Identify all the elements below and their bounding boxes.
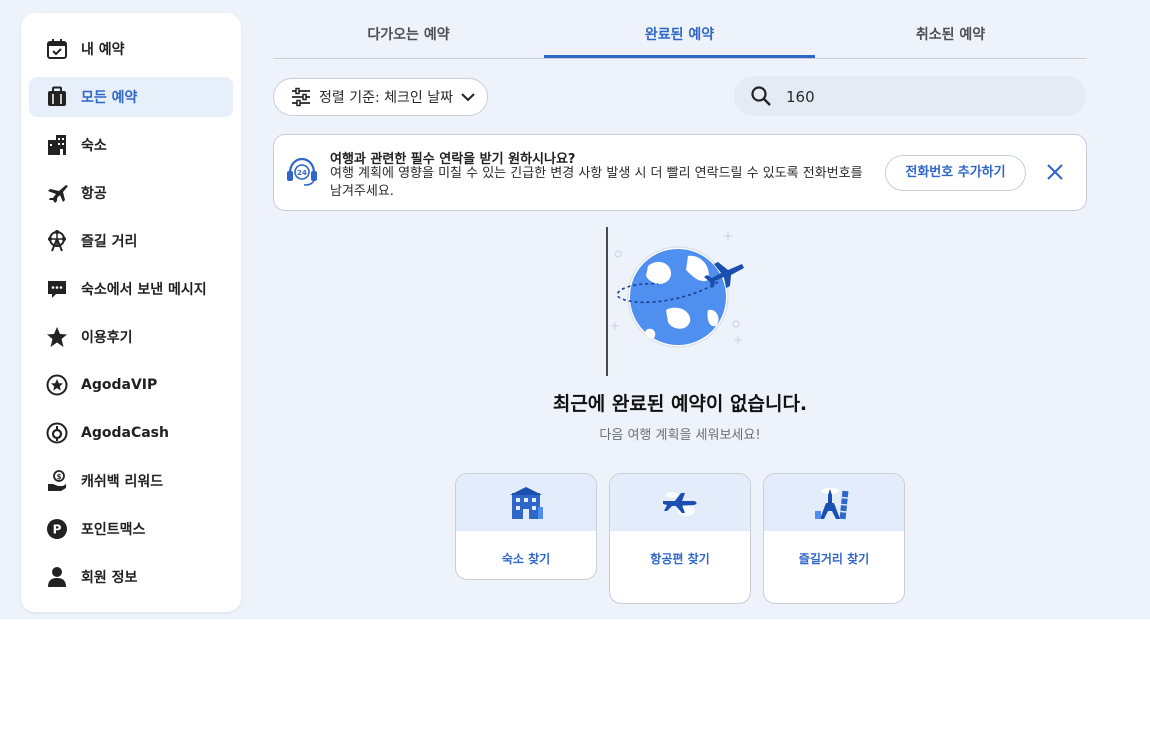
search-box (734, 76, 1086, 116)
search-input[interactable] (784, 84, 1068, 110)
chevron-down-icon (461, 92, 475, 102)
plane-cloud-icon (660, 485, 700, 521)
sidebar-item-all-bookings[interactable]: 모든 예약 (29, 77, 233, 117)
svg-text:P: P (53, 523, 62, 537)
cashback-hand-icon: $ (45, 469, 69, 493)
hotel-building-icon (508, 485, 544, 521)
sidebar-item-property-messages[interactable]: 숙소에서 보낸 메시지 (29, 269, 233, 309)
sidebar-item-label: 포인트맥스 (81, 522, 146, 538)
cash-icon (45, 421, 69, 445)
tab-upcoming[interactable]: 다가오는 예약 (273, 14, 544, 57)
sort-label: 정렬 기준: 체크인 날짜 (319, 90, 453, 106)
building-icon (45, 133, 69, 157)
suitcase-icon (45, 85, 69, 109)
empty-state-title: 최근에 완료된 예약이 없습니다. (552, 393, 808, 415)
sidebar-item-label: 회원 정보 (81, 570, 138, 586)
sidebar-item-profile[interactable]: 회원 정보 (29, 557, 233, 597)
card-label: 숙소 찾기 (501, 552, 551, 566)
sidebar: 내 예약 모든 예약 숙소 항공 즐길 거리 숙소에서 보낸 메시지 이용후기 … (21, 13, 241, 612)
svg-text:24: 24 (297, 169, 307, 177)
sidebar-item-label: 내 예약 (81, 42, 125, 58)
sidebar-item-agodacash[interactable]: AgodaCash (29, 413, 233, 453)
sidebar-item-label: AgodaVIP (81, 377, 158, 393)
sidebar-item-label: AgodaCash (81, 425, 169, 441)
star-icon (45, 325, 69, 349)
sidebar-item-label: 이용후기 (81, 330, 133, 346)
sliders-icon (291, 87, 311, 107)
find-flights-card[interactable]: 항공편 찾기 (609, 473, 751, 604)
sidebar-item-label: 숙소에서 보낸 메시지 (81, 282, 207, 298)
empty-state-subtitle: 다음 여행 계획을 세워보세요! (599, 428, 761, 443)
card-illustration (764, 474, 904, 531)
banner-body: 여행 계획에 영향을 미칠 수 있는 긴급한 변경 사항 발생 시 더 빨리 연… (330, 166, 863, 199)
sidebar-item-stays[interactable]: 숙소 (29, 125, 233, 165)
card-label: 즐길거리 찾기 (798, 552, 870, 566)
user-icon (45, 565, 69, 589)
sidebar-item-label: 모든 예약 (81, 90, 138, 106)
sidebar-item-flights[interactable]: 항공 (29, 173, 233, 213)
search-icon (750, 85, 772, 111)
tab-cancelled[interactable]: 취소된 예약 (815, 14, 1086, 57)
card-label: 항공편 찾기 (650, 552, 710, 566)
sidebar-item-activities[interactable]: 즐길 거리 (29, 221, 233, 261)
ferris-wheel-icon (45, 229, 69, 253)
add-phone-button[interactable]: 전화번호 추가하기 (885, 155, 1026, 191)
sidebar-item-label: 숙소 (81, 138, 107, 154)
vip-star-icon (45, 373, 69, 397)
sidebar-item-label: 즐길 거리 (81, 234, 138, 250)
close-icon[interactable] (1046, 163, 1064, 185)
sidebar-item-cashback-rewards[interactable]: $ 캐쉬백 리워드 (29, 461, 233, 501)
globe-airplane-illustration (600, 226, 760, 378)
sidebar-item-my-bookings[interactable]: 내 예약 (29, 29, 233, 69)
card-illustration (456, 474, 596, 531)
find-stays-card[interactable]: 숙소 찾기 (455, 473, 597, 580)
sidebar-item-label: 항공 (81, 186, 107, 202)
headset-24-icon: 24 (286, 157, 318, 191)
tab-completed[interactable]: 완료된 예약 (544, 14, 815, 58)
sidebar-item-reviews[interactable]: 이용후기 (29, 317, 233, 357)
sidebar-item-agodavip[interactable]: AgodaVIP (29, 365, 233, 405)
chat-bubble-icon (45, 277, 69, 301)
find-activities-card[interactable]: 즐길거리 찾기 (763, 473, 905, 604)
sidebar-item-pointsmax[interactable]: P 포인트맥스 (29, 509, 233, 549)
booking-tabs: 다가오는 예약 완료된 예약 취소된 예약 (273, 14, 1087, 59)
sidebar-item-label: 캐쉬백 리워드 (81, 474, 164, 490)
landmarks-icon (814, 485, 854, 521)
points-icon: P (45, 517, 69, 541)
airplane-icon (45, 181, 69, 205)
sort-dropdown[interactable]: 정렬 기준: 체크인 날짜 (273, 78, 488, 116)
card-illustration (610, 474, 750, 531)
calendar-check-icon (45, 37, 69, 61)
phone-number-banner: 24 여행과 관련한 필수 연락을 받기 원하시나요? 여행 계획에 영향을 미… (273, 134, 1087, 211)
svg-text:$: $ (57, 473, 62, 481)
